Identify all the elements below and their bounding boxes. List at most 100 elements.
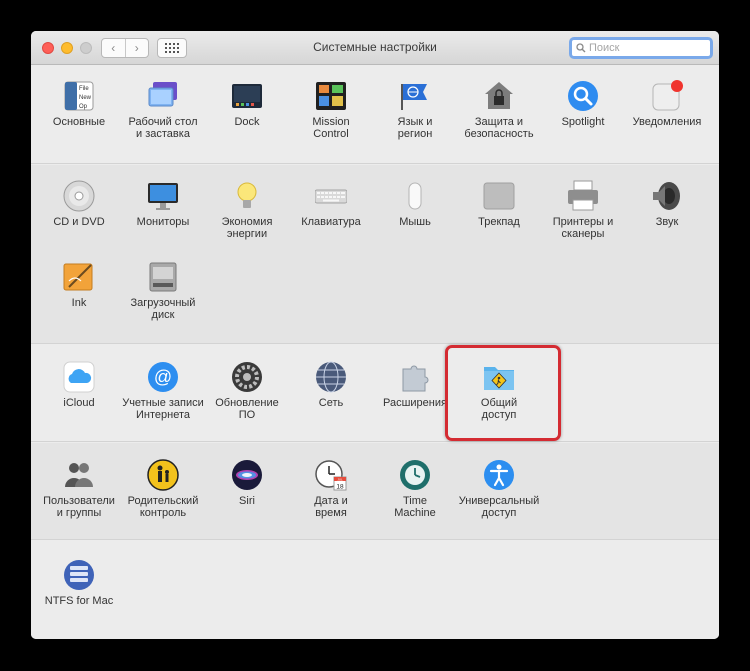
pane-siri[interactable]: Siri	[205, 457, 289, 537]
pane-label: Защита и безопасность	[464, 116, 534, 140]
lightbulb-icon	[237, 182, 257, 208]
pane-displays[interactable]: Мониторы	[121, 178, 205, 258]
icloud-icon	[63, 361, 95, 393]
pane-software-update[interactable]: Обновление ПО	[205, 359, 289, 439]
keyboard-icon	[315, 189, 347, 204]
pane-printers-scanners[interactable]: Принтеры и сканеры	[541, 178, 625, 258]
pane-sound[interactable]: Звук	[625, 178, 709, 258]
sharing-highlight-frame	[445, 345, 561, 441]
accessibility-icon	[484, 460, 514, 490]
pane-label: Мышь	[399, 216, 431, 228]
forward-button[interactable]: ›	[124, 39, 149, 57]
pane-spotlight[interactable]: Spotlight	[541, 78, 625, 158]
pane-label: Siri	[239, 495, 255, 507]
trackpad-icon	[483, 182, 515, 210]
printer-icon	[568, 180, 598, 211]
pane-label: iCloud	[63, 397, 95, 409]
zoom-button[interactable]	[80, 42, 92, 54]
pane-label: Mission Control	[312, 116, 350, 140]
pane-label: Обновление ПО	[215, 397, 279, 421]
svg-text:JUL: JUL	[337, 477, 343, 481]
svg-text:File: File	[79, 86, 89, 92]
pane-mouse[interactable]: Мышь	[373, 178, 457, 258]
section-personal: File New Op Основные Рабочий стол и заст…	[31, 66, 719, 164]
pane-label: Учетные записи Интернета	[122, 397, 204, 421]
grid-icon	[165, 43, 179, 53]
pane-label: Рабочий стол и заставка	[128, 116, 198, 140]
pane-accessibility[interactable]: Универсальный доступ	[457, 457, 541, 537]
pane-users-groups[interactable]: Пользователи и группы	[37, 457, 121, 537]
pane-security-privacy[interactable]: Защита и безопасность	[457, 78, 541, 158]
pane-time-machine[interactable]: Time Machine	[373, 457, 457, 537]
window-title: Системные настройки	[313, 40, 437, 54]
pane-label: Time Machine	[394, 495, 436, 519]
close-button[interactable]	[42, 42, 54, 54]
pane-notifications[interactable]: Уведомления	[625, 78, 709, 158]
svg-text:New: New	[79, 95, 92, 101]
pane-startup-disk[interactable]: Загрузочный диск	[121, 259, 205, 339]
pane-energy-saver[interactable]: Экономия энергии	[205, 178, 289, 258]
pane-ntfs-for-mac[interactable]: NTFS for Mac	[37, 557, 121, 637]
clock-calendar-icon: JUL 18	[315, 460, 347, 491]
monitor-icon	[148, 183, 178, 210]
show-all-button[interactable]	[157, 38, 187, 58]
pane-cd-dvd[interactable]: CD и DVD	[37, 178, 121, 258]
title-bar: ‹ › Системные настройки	[31, 31, 719, 65]
pane-label: Ink	[71, 297, 87, 309]
pane-network[interactable]: Сеть	[289, 359, 373, 439]
svg-text:18: 18	[336, 484, 344, 491]
house-lock-icon	[485, 82, 513, 109]
back-button[interactable]: ‹	[102, 39, 125, 57]
pane-label: Родительский контроль	[127, 495, 199, 519]
minimize-button[interactable]	[61, 42, 73, 54]
pane-trackpad[interactable]: Трекпад	[457, 178, 541, 258]
pane-label: Сеть	[318, 397, 344, 409]
puzzle-piece-icon	[402, 365, 429, 392]
pane-mission-control[interactable]: Mission Control	[289, 78, 373, 158]
pane-date-time[interactable]: JUL 18 Дата и время	[289, 457, 373, 537]
section-internet: iCloud @ Учетные записи Интернета Обновл…	[31, 345, 719, 442]
search-field[interactable]	[569, 37, 713, 59]
dock-icon	[232, 84, 262, 108]
pane-label: Звук	[655, 216, 679, 228]
general-icon: File New Op	[64, 81, 94, 111]
parental-controls-icon	[147, 459, 179, 491]
svg-text:Op: Op	[79, 104, 88, 110]
pane-label: Экономия энергии	[221, 216, 273, 240]
search-icon	[576, 43, 586, 53]
pane-label: Универсальный доступ	[458, 495, 540, 519]
flag-globe-icon	[401, 84, 427, 110]
pane-label: NTFS for Mac	[44, 595, 114, 607]
pane-label: Трекпад	[478, 216, 520, 228]
pane-label: Spotlight	[561, 116, 605, 128]
ink-tablet-icon	[63, 263, 93, 291]
mouse-icon	[408, 182, 422, 210]
pane-label: Загрузочный диск	[130, 297, 196, 321]
pane-label: Dock	[234, 116, 260, 128]
pane-internet-accounts[interactable]: @ Учетные записи Интернета	[121, 359, 205, 439]
pane-general[interactable]: File New Op Основные	[37, 78, 121, 158]
pane-keyboard[interactable]: Клавиатура	[289, 178, 373, 258]
users-icon	[65, 463, 93, 487]
time-machine-icon	[400, 460, 430, 490]
search-input[interactable]	[589, 42, 699, 54]
pane-label: Пользователи и группы	[43, 495, 115, 519]
pane-parental-controls[interactable]: Родительский контроль	[121, 457, 205, 537]
navigation-buttons: ‹ ›	[101, 38, 149, 58]
pane-language-region[interactable]: Язык и регион	[373, 78, 457, 158]
pane-ink[interactable]: Ink	[37, 259, 121, 339]
siri-icon	[232, 460, 262, 490]
pane-label: Клавиатура	[301, 216, 361, 228]
section-system: Пользователи и группы Родительский контр…	[31, 443, 719, 540]
mission-control-icon	[316, 82, 346, 110]
pane-label: Дата и время	[314, 495, 348, 519]
pane-label: Принтеры и сканеры	[552, 216, 614, 240]
pane-desktop-screensaver[interactable]: Рабочий стол и заставка	[121, 78, 205, 158]
section-hardware: CD и DVD Мониторы Экономия энергии Клави…	[31, 165, 719, 344]
notifications-icon	[652, 80, 683, 111]
pane-dock[interactable]: Dock	[205, 78, 289, 158]
svg-text:@: @	[154, 367, 172, 387]
network-globe-icon	[316, 361, 346, 393]
pane-label: Язык и регион	[397, 116, 433, 140]
pane-icloud[interactable]: iCloud	[37, 359, 121, 439]
